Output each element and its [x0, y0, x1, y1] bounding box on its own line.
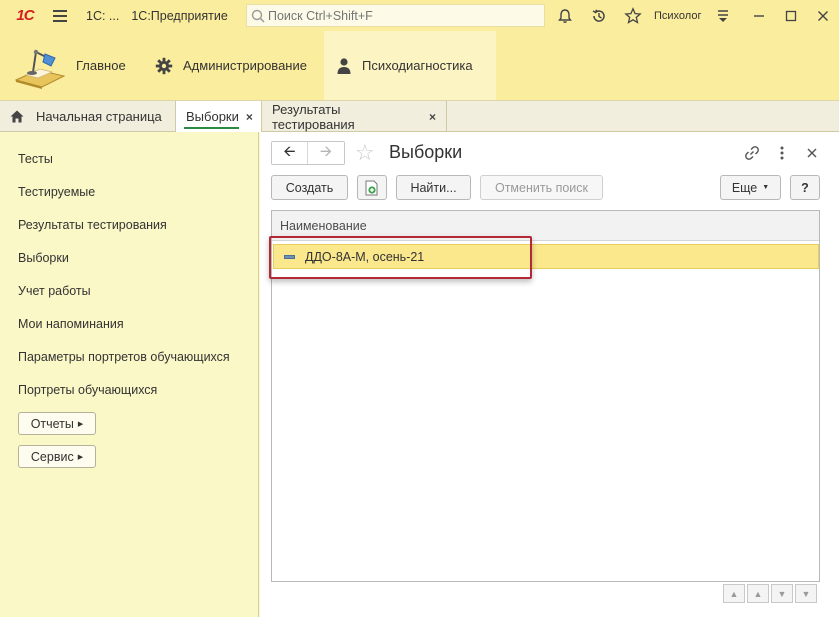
selections-table[interactable]: Наименование ДДО-8А-М, осень-21 [271, 210, 820, 582]
chevron-right-icon: ▶ [77, 453, 84, 461]
column-header-name[interactable]: Наименование [272, 211, 819, 241]
copy-document-icon [365, 180, 378, 195]
reports-button[interactable]: Отчеты ▶ [18, 412, 96, 435]
chevron-down-icon: ▼ [762, 184, 770, 191]
section-label: Психодиагностика [362, 58, 473, 73]
favorites-star-icon[interactable] [618, 0, 648, 31]
tab-label: Выборки [186, 109, 239, 124]
close-form-icon[interactable] [800, 141, 824, 165]
settings-dropdown-icon[interactable] [708, 0, 738, 31]
tab-test-results[interactable]: Результаты тестирования × [262, 101, 447, 132]
open-windows-bar: Начальная страница Выборки × Результаты … [0, 100, 839, 132]
close-tab-icon[interactable]: × [246, 110, 253, 124]
forward-arrow-icon[interactable]: 🡪 [308, 142, 344, 164]
close-tab-icon[interactable]: × [429, 110, 436, 124]
back-arrow-icon[interactable]: 🡨 [272, 142, 308, 164]
help-button[interactable]: ? [790, 175, 820, 200]
more-button-label: Еще [731, 180, 758, 195]
chevron-right-icon: ▶ [77, 420, 84, 428]
scroll-to-bottom-icon[interactable]: ▼ [795, 584, 817, 603]
nav-item-work-log[interactable]: Учет работы [18, 284, 91, 298]
history-icon[interactable] [584, 0, 614, 31]
sections-panel: Главное Администрирование Психодиагности… [0, 31, 839, 100]
copy-button[interactable] [357, 175, 387, 200]
catalog-item-icon [284, 254, 295, 259]
tab-home-page[interactable]: Начальная страница [0, 101, 176, 132]
maximize-icon[interactable] [776, 0, 806, 31]
nav-item-tests[interactable]: Тесты [18, 152, 53, 166]
search-icon [251, 9, 265, 23]
scroll-up-icon[interactable]: ▲ [747, 584, 769, 603]
search-input[interactable] [268, 8, 538, 23]
section-label: Администрирование [183, 58, 307, 73]
nav-item-portrait-parameters[interactable]: Параметры портретов обучающихся [18, 350, 230, 364]
section-psychodiagnostics[interactable]: Психодиагностика [324, 31, 496, 100]
scroll-down-icon[interactable]: ▼ [771, 584, 793, 603]
section-label: Главное [76, 58, 126, 73]
nav-item-student-portraits[interactable]: Портреты обучающихся [18, 383, 157, 397]
main-menu-icon[interactable] [48, 0, 72, 31]
nav-item-test-results[interactable]: Результаты тестирования [18, 218, 167, 232]
table-row[interactable]: ДДО-8А-М, осень-21 [273, 244, 819, 269]
section-administration[interactable]: Администрирование [143, 31, 324, 100]
tab-selections[interactable]: Выборки × [176, 101, 262, 132]
form-title: Выборки [389, 142, 463, 162]
more-actions-icon[interactable] [770, 141, 794, 165]
history-navigation: 🡨 🡪 [271, 141, 345, 165]
nav-item-test-subjects[interactable]: Тестируемые [18, 185, 95, 199]
find-button[interactable]: Найти... [396, 175, 471, 200]
minimize-icon[interactable] [744, 0, 774, 31]
selections-form: 🡨 🡪 ☆ Выборки Создать Найти... Отменить … [260, 132, 839, 617]
logo-1c: 1С [16, 7, 34, 24]
create-button[interactable]: Создать [271, 175, 348, 200]
tab-label: Результаты тестирования [272, 101, 355, 132]
gear-icon [155, 57, 173, 74]
row-name-cell: ДДО-8А-М, осень-21 [305, 249, 425, 264]
service-button-label: Сервис [30, 449, 74, 464]
cancel-search-button[interactable]: Отменить поиск [480, 175, 603, 200]
section-navigation: Тесты Тестируемые Результаты тестировани… [0, 132, 259, 617]
tab-label: Начальная страница [36, 109, 162, 124]
current-user[interactable]: Психолог [654, 0, 701, 31]
list-scroll-buttons: ▲ ▲ ▼ ▼ [723, 584, 817, 603]
bell-icon[interactable] [550, 0, 580, 31]
service-button[interactable]: Сервис ▶ [18, 445, 96, 468]
nav-item-selections[interactable]: Выборки [18, 251, 69, 265]
reports-button-label: Отчеты [30, 416, 74, 431]
column-header-label: Наименование [280, 218, 367, 233]
app-name: 1С:Предприятие [131, 8, 228, 23]
close-window-icon[interactable] [808, 0, 838, 31]
app-short-name: 1С: ... [86, 8, 120, 23]
person-icon [337, 57, 351, 74]
global-search[interactable] [246, 4, 545, 27]
section-main[interactable]: Главное [0, 31, 143, 100]
scroll-to-top-icon[interactable]: ▲ [723, 584, 745, 603]
link-icon[interactable] [740, 141, 764, 165]
desk-lamp-icon [14, 49, 66, 89]
more-button[interactable]: Еще ▼ [720, 175, 781, 200]
nav-item-my-reminders[interactable]: Мои напоминания [18, 317, 124, 331]
favorite-star-icon[interactable]: ☆ [355, 141, 375, 165]
home-icon [10, 110, 24, 123]
